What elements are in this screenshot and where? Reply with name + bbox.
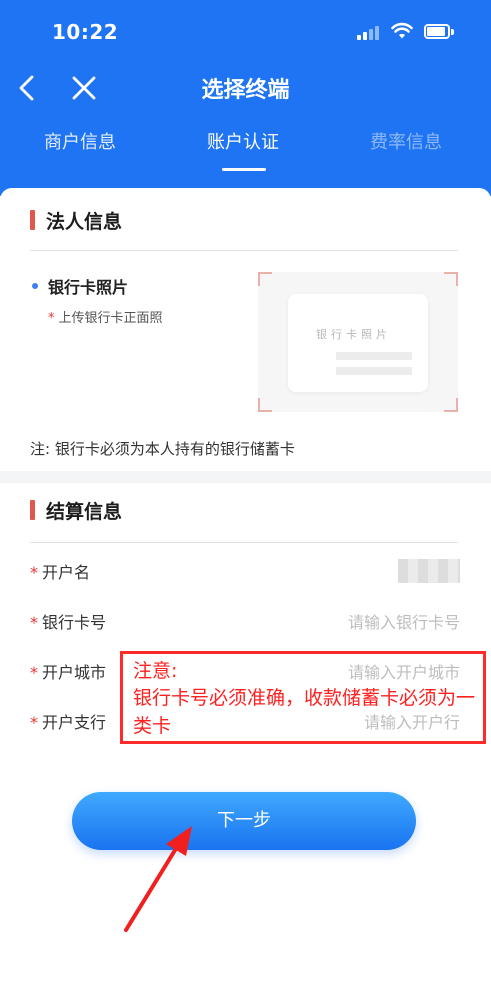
account-name-value[interactable] [398, 559, 460, 583]
illustration-text: 银行卡照片 [316, 328, 391, 341]
wifi-icon [391, 22, 413, 39]
required-mark: * [30, 713, 38, 732]
active-tab-indicator [222, 168, 266, 171]
section-accent-bar [30, 500, 35, 520]
tab-account-verification[interactable]: 账户认证 [173, 128, 313, 154]
card-number-input[interactable]: 请输入银行卡号 [348, 609, 460, 633]
tab-rate-info[interactable]: 费率信息 [336, 128, 476, 154]
signal-icon [357, 26, 381, 40]
required-mark: * [30, 563, 38, 582]
required-mark: * [30, 663, 38, 682]
app-header: 10:22 选择终端 商户信息 账户认证 费率信息 [0, 0, 491, 196]
bank-card-photo-label: 银行卡照片 [48, 278, 129, 297]
status-bar: 10:22 [0, 0, 491, 64]
card-number-row: * 银行卡号 请输入银行卡号 [30, 609, 460, 639]
bank-city-label: * 开户城市 [30, 663, 107, 682]
bank-card-illustration: 银行卡照片 [288, 294, 428, 392]
tab-merchant-info[interactable]: 商户信息 [10, 128, 150, 154]
required-mark: * [30, 613, 38, 632]
section-accent-bar [30, 210, 35, 230]
annotation-arrow-icon [124, 826, 192, 932]
legal-section-title: 法人信息 [46, 211, 123, 233]
bank-branch-label: * 开户支行 [30, 713, 107, 732]
upload-hint-text: 上传银行卡正面照 [58, 311, 163, 326]
account-name-label: * 开户名 [30, 563, 91, 582]
status-time: 10:22 [52, 20, 119, 44]
annotation-text: 银行卡号必须准确，收款储蓄卡必须为一类卡 [133, 687, 476, 737]
settlement-section-title: 结算信息 [46, 501, 123, 523]
account-name-row: * 开户名 [30, 559, 460, 589]
bullet-dot [32, 283, 38, 289]
annotation-box: 注意: 银行卡号必须准确，收款储蓄卡必须为一类卡 [120, 651, 486, 744]
required-mark: * [48, 311, 55, 326]
upload-hint: * 上传银行卡正面照 [48, 307, 163, 326]
annotation-title: 注意: [133, 660, 178, 682]
card-number-label: * 银行卡号 [30, 613, 107, 632]
page-title: 选择终端 [201, 78, 290, 103]
section-separator [0, 471, 491, 483]
bank-card-upload[interactable]: 银行卡照片 [258, 272, 458, 412]
divider [30, 250, 458, 251]
battery-icon [424, 24, 454, 40]
divider [30, 542, 458, 543]
bank-card-note: 注: 银行卡必须为本人持有的银行储蓄卡 [30, 440, 295, 458]
